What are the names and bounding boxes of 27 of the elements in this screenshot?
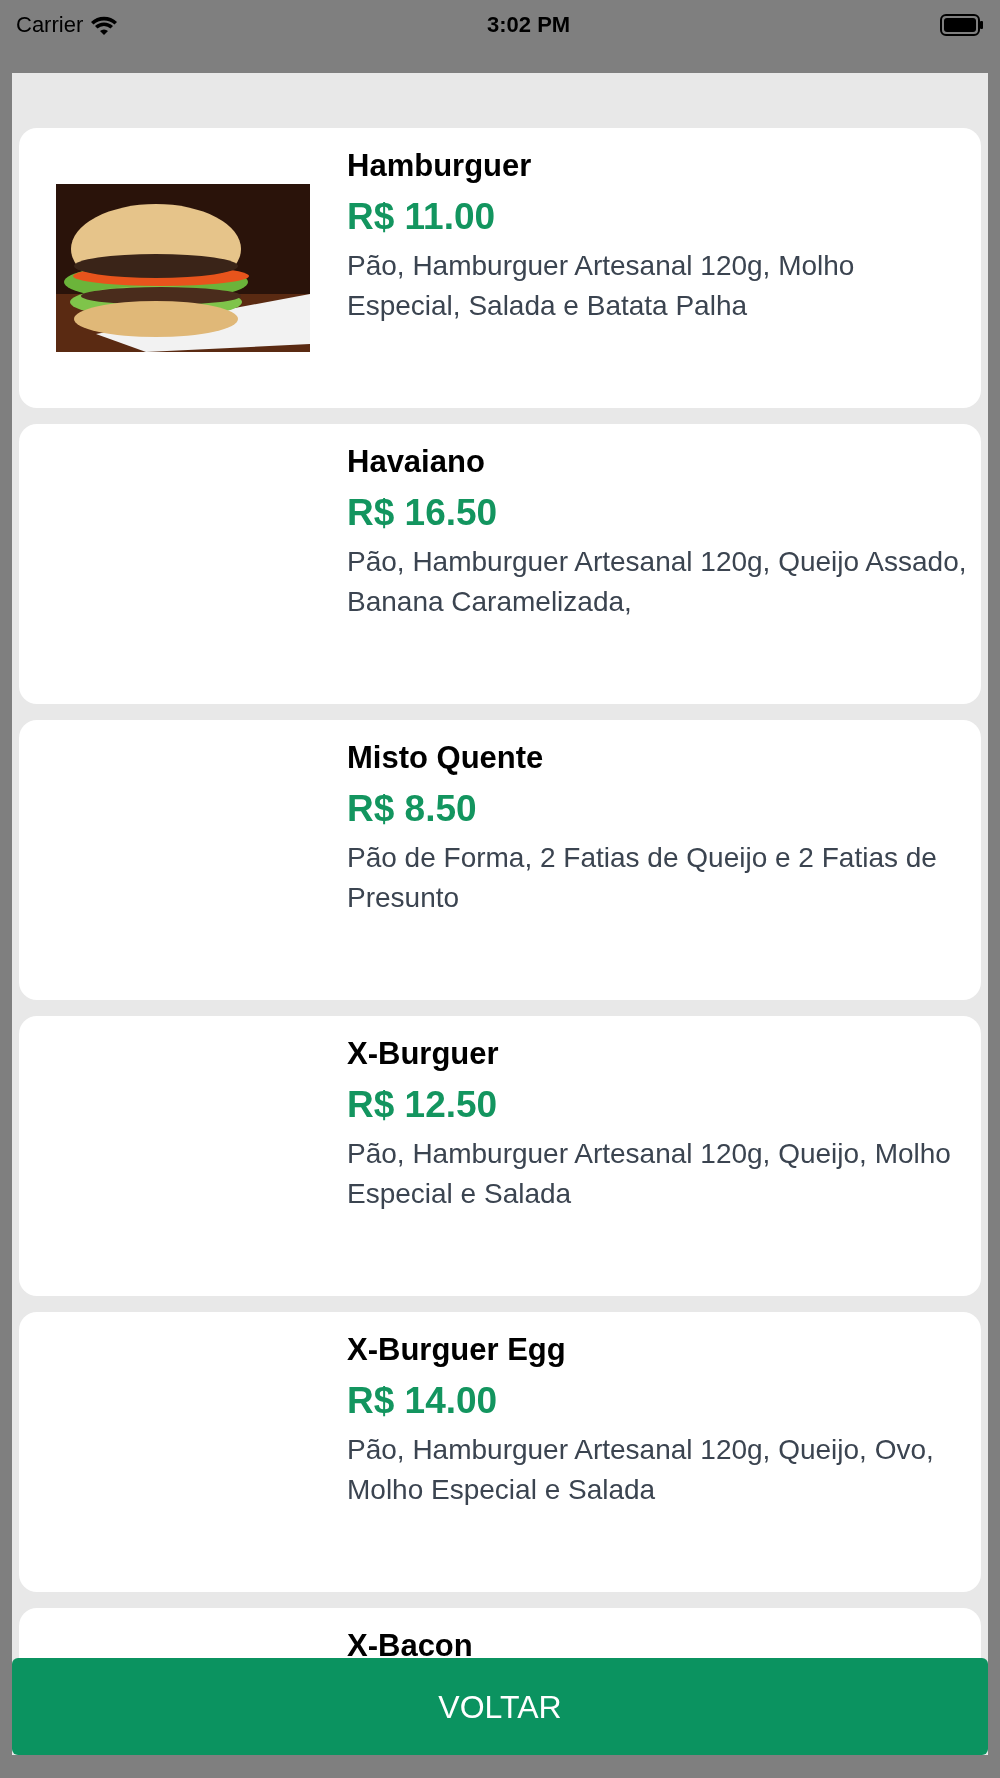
- product-card[interactable]: Havaiano R$ 16.50 Pão, Hamburguer Artesanal 120g, Queijo Assado, Banana Caramelizada,: [19, 424, 981, 704]
- product-price: R$ 16.50: [347, 491, 499, 535]
- product-name: Misto Quente: [347, 739, 545, 777]
- product-description: Pão de Forma, 2 Fatias de Queijo e 2 Fatias de Presunto: [347, 841, 938, 915]
- product-name: X-Burguer Egg: [347, 1331, 567, 1369]
- product-card[interactable]: X-Burguer R$ 12.50 Pão, Hamburguer Artesanal 120g, Queijo, Molho Especial e Salada: [19, 1016, 981, 1296]
- product-description: Pão, Hamburguer Artesanal 120g, Queijo, Ovo, Molho Especial e Salada: [347, 1433, 935, 1507]
- product-name: X-Burguer: [347, 1035, 500, 1073]
- product-price: R$ 11.00: [347, 195, 497, 239]
- battery-icon: [940, 13, 984, 36]
- carrier-label: Carrier: [16, 11, 84, 39]
- product-card[interactable]: X-Bacon: [19, 1608, 981, 1658]
- product-name: Havaiano: [347, 443, 486, 481]
- product-card[interactable]: Hamburguer R$ 11.00 Pão, Hamburguer Artesanal 120g, Molho Especial, Salada e Batata Palha: [19, 128, 981, 408]
- product-price: R$ 8.50: [347, 787, 478, 831]
- product-price: R$ 14.00: [347, 1379, 499, 1423]
- product-price: R$ 12.50: [347, 1083, 499, 1127]
- product-card[interactable]: Misto Quente R$ 8.50 Pão de Forma, 2 Fatias de Queijo e 2 Fatias de Presunto: [19, 720, 981, 1000]
- product-name: X-Bacon: [347, 1627, 474, 1658]
- product-card[interactable]: X-Burguer Egg R$ 14.00 Pão, Hamburguer Artesanal 120g, Queijo, Ovo, Molho Especial e Salada: [19, 1312, 981, 1592]
- product-description: Pão, Hamburguer Artesanal 120g, Queijo Assado, Banana Caramelizada,: [347, 545, 968, 619]
- product-name: Hamburguer: [347, 147, 533, 185]
- back-button[interactable]: VOLTAR: [12, 1658, 988, 1755]
- product-description: Pão, Hamburguer Artesanal 120g, Molho Especial, Salada e Batata Palha: [347, 249, 856, 323]
- time-label: 3:02 PM: [487, 11, 571, 39]
- wifi-icon: [91, 14, 118, 35]
- product-description: Pão, Hamburguer Artesanal 120g, Queijo, Molho Especial e Salada: [347, 1137, 952, 1211]
